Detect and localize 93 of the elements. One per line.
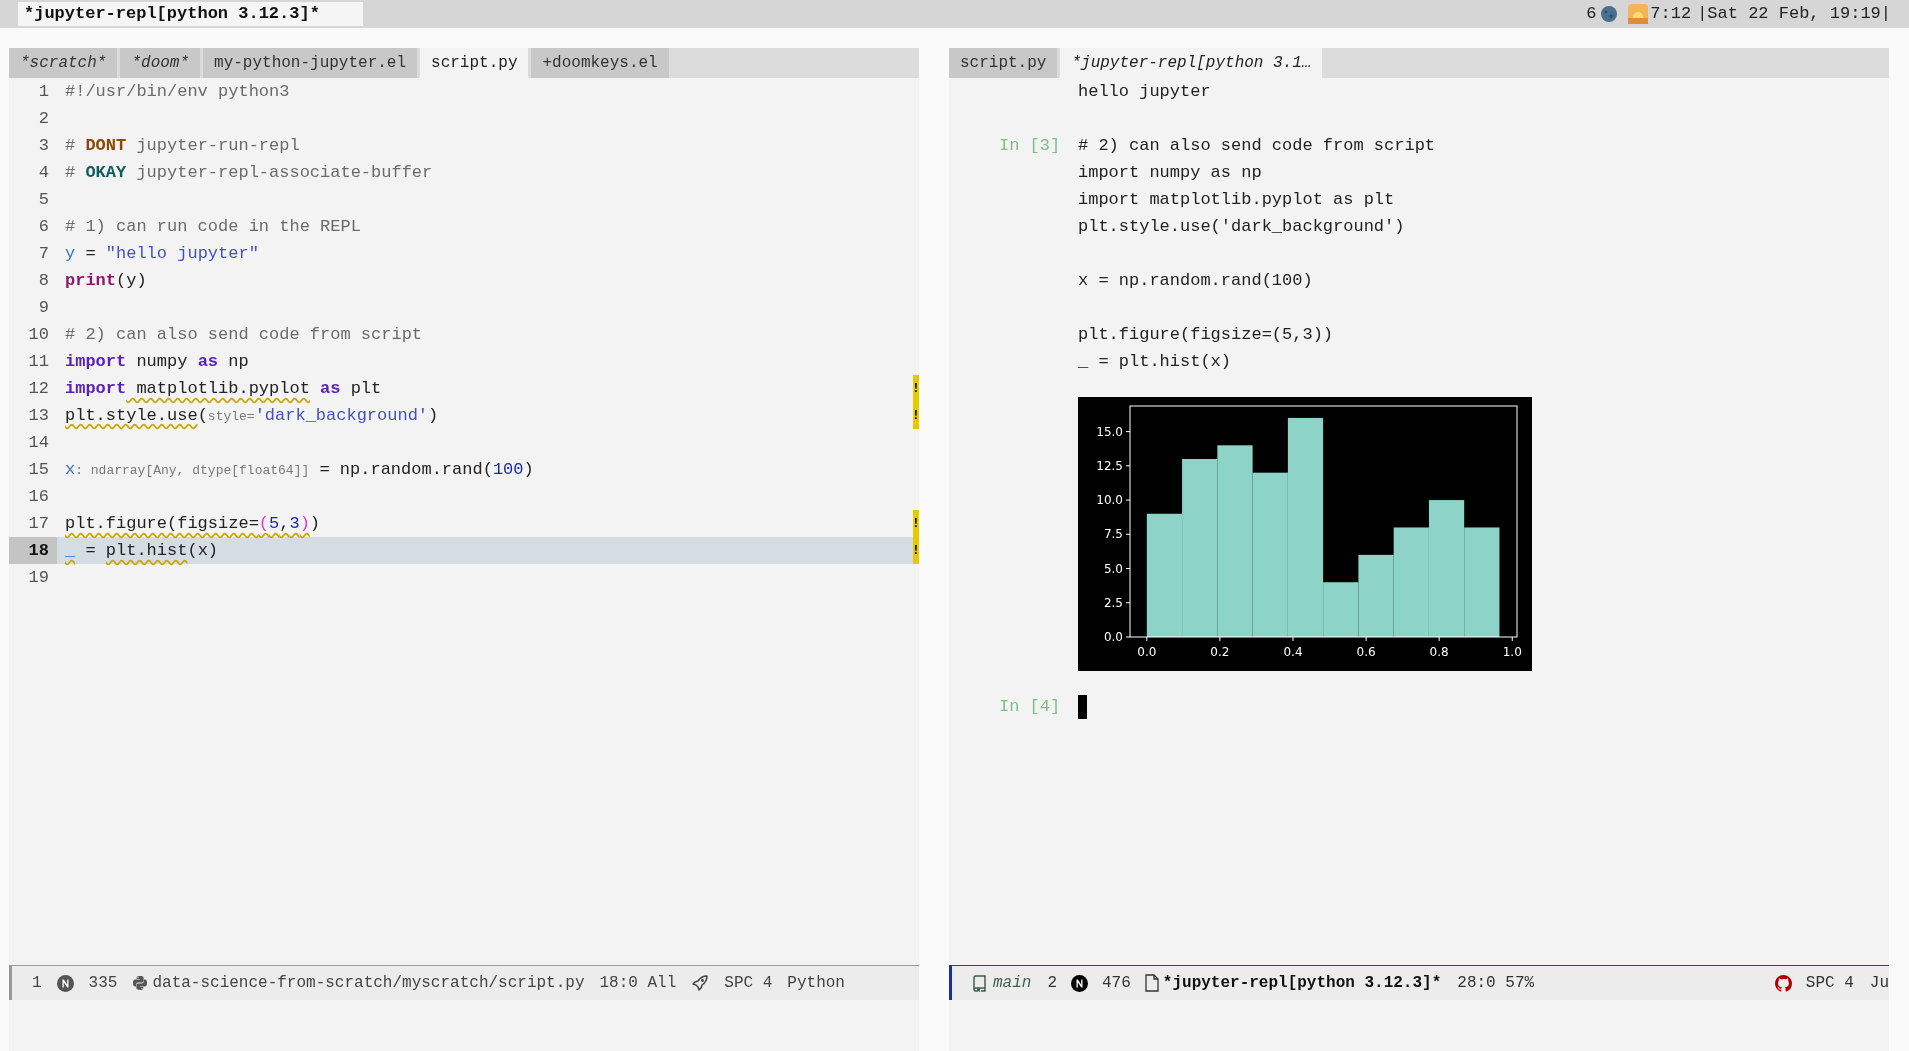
code-line: import numpy as np [65,351,249,373]
rocket-icon [691,974,710,992]
buffer-name: *jupyter-repl[python 3.12.3]* [1162,973,1442,994]
line-number: 18 [9,537,57,564]
y-tick-label: 7.5 [1103,527,1123,542]
code-line: # 1) can run code in the REPL [65,216,361,238]
code-line: # 2) can also send code from script [1078,135,1436,157]
text-cursor [1078,694,1087,719]
line-number: 19 [27,567,50,589]
input-prompt: In [4] [998,696,1062,718]
sunrise-icon [1628,4,1649,24]
x-tick-label: 1.0 [1502,645,1522,659]
notification-count: 6 [1586,3,1597,26]
y-tick-label: 12.5 [1096,458,1123,473]
book-icon [972,974,987,992]
line-number: 8 [37,270,50,292]
line-number: 7 [37,243,50,265]
warning-marker: ! [913,537,919,564]
major-mode: Ju [1869,973,1889,994]
line-number: 15 [27,459,50,481]
buffer-size: 476 [1102,973,1131,994]
buffer-tab[interactable]: +doomkeys.el [531,48,669,78]
major-mode: Python [787,973,845,994]
line-number: 6 [37,216,50,238]
code-line: # 2) can also send code from script [65,324,423,346]
code-line: #!/usr/bin/env python3 [65,81,290,103]
date-time: |Sat 22 Feb, 19:19| [1697,3,1891,26]
window-number: 1 [32,973,42,994]
line-number: 3 [37,135,50,157]
code-line: x: ndarray[Any, dtype[float64]] = np.random.rand(100) [65,458,534,481]
line-number: 12 [27,378,50,400]
code-line: # OKAY jupyter-repl-associate-buffer [65,162,433,184]
code-line: import matplotlib.pyplot as plt [1078,189,1396,211]
y-tick-label: 2.5 [1103,595,1123,610]
code-line: x = np.random.rand(100) [1078,270,1314,292]
y-tick-label: 0.0 [1103,630,1123,644]
y-tick-label: 5.0 [1103,561,1123,576]
y-tick-label: 15.0 [1096,424,1123,439]
code-line: y = "hello jupyter" [65,243,259,265]
x-tick-label: 0.0 [1137,645,1157,659]
code-line: plt.figure(figsize=(5,3)) [65,513,321,535]
indent-setting: SPC 4 [1805,973,1854,994]
warning-marker: ! [913,510,919,537]
buffer-tab[interactable]: script.py [949,48,1058,78]
buffer-tab[interactable]: *jupyter-repl[python 3.1… [1060,48,1323,78]
code-line: plt.style.use('dark_background') [1078,216,1406,238]
code-line: _ = plt.hist(x) [65,540,219,562]
file-path: data-science-from-scratch/myscratch/script.py [152,973,585,994]
x-tick-label: 0.6 [1356,645,1376,659]
n-badge-icon [1071,974,1088,992]
code-line: print(y) [65,270,147,292]
y-tick-label: 10.0 [1096,493,1123,508]
warning-marker: ! [913,402,919,429]
code-line: import numpy as np [1078,162,1263,184]
file-icon [1144,974,1159,992]
line-number: 4 [37,162,50,184]
line-number: 16 [27,486,50,508]
python-icon [132,975,149,991]
buffer-tab[interactable]: *scratch* [9,48,118,78]
code-line: _ = plt.hist(x) [1078,351,1233,373]
x-tick-label: 0.8 [1429,645,1449,659]
x-tick-label: 0.4 [1283,645,1303,659]
code-line: plt.figure(figsize=(5,3)) [1078,324,1335,346]
line-number: 2 [37,108,50,130]
buffer-size: 335 [88,973,118,994]
warning-marker: ! [913,375,919,402]
line-number: 17 [27,513,50,535]
buffer-tab[interactable]: script.py [420,48,529,78]
indent-setting: SPC 4 [724,973,773,994]
input-prompt: In [3] [998,135,1062,157]
buffer-title: *jupyter-repl[python 3.12.3]* [18,2,363,26]
buffer-tab[interactable]: my-python-jupyter.el [203,48,418,78]
line-number: 9 [37,297,50,319]
x-tick-label: 0.2 [1210,645,1230,659]
cursor-position: 28:0 57% [1457,973,1535,994]
n-badge-icon [56,974,74,992]
line-number: 1 [37,81,50,103]
line-number: 14 [27,432,50,454]
line-number: 13 [27,405,50,427]
line-number: 11 [27,351,50,373]
line-number: 5 [37,189,50,211]
git-branch: main [993,973,1032,994]
sunrise-time: 7:12 [1650,3,1692,26]
cursor-position: 18:0 All [599,973,677,994]
code-line: # DONT jupyter-run-repl [65,135,300,157]
github-icon [1774,974,1792,992]
moon-icon [1600,5,1619,23]
output-line: hello jupyter [1078,81,1211,103]
line-number: 10 [27,324,50,346]
buffer-tab[interactable]: *doom* [120,48,201,78]
window-number: 2 [1047,973,1057,994]
code-line: import matplotlib.pyplot as plt [65,378,382,400]
code-line: plt.style.use(style='dark_background') [65,404,439,427]
